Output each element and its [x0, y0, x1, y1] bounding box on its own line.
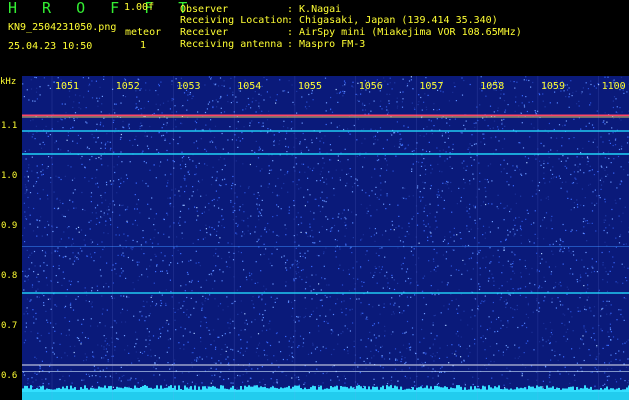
meteor-count-label: meteor: [125, 27, 162, 38]
time-tick-label: 1055: [298, 81, 322, 92]
app-version: 1.00f: [124, 2, 155, 13]
frequency-tick-label: 1.1: [1, 121, 17, 131]
frequency-tick-label: 0.9: [1, 221, 17, 231]
image-filename: KN9_2504231050.png: [8, 22, 117, 33]
frequency-tick-label: 0.8: [1, 271, 17, 281]
time-tick-label: 1056: [359, 81, 383, 92]
time-tick-label: 1054: [237, 81, 261, 92]
app-brand: H R O F F T: [8, 0, 196, 17]
info-value-antenna: : Maspro FM-3: [287, 39, 366, 50]
header-panel: H R O F F T 1.00f KN9_2504231050.png met…: [0, 0, 629, 73]
info-value-location: : Chigasaki, Japan (139.414 35.340): [287, 15, 498, 26]
time-tick-label: 1057: [419, 81, 443, 92]
info-value-receiver: : AirSpy mini (Miakejima VOR 108.65MHz): [287, 27, 522, 38]
info-key-observer: Observer: [180, 4, 229, 15]
time-tick-label: 1053: [177, 81, 201, 92]
meteor-count-value: 1: [140, 40, 147, 51]
time-tick-label: 1058: [480, 81, 504, 92]
spectrogram-panel: 1051 1052 1053 1054 1055 1056 1057 1058 1059 1100: [22, 76, 629, 400]
info-key-receiver: Receiver: [180, 27, 229, 38]
observation-datetime: 25.04.23 10:50: [8, 41, 93, 52]
time-tick-label: 1051: [55, 81, 79, 92]
time-tick-label: 1052: [116, 81, 140, 92]
info-key-antenna: Receiving antenna: [180, 39, 283, 50]
info-value-observer: : K.Nagai: [287, 4, 342, 15]
time-tick-label: 1059: [541, 81, 565, 92]
frequency-tick-label: 1.0: [1, 171, 17, 181]
time-tick-label: 1100: [602, 81, 626, 92]
frequency-tick-label: 0.7: [1, 321, 17, 331]
frequency-tick-label: 0.6: [1, 371, 17, 381]
frequency-unit-label: kHz: [0, 77, 16, 87]
info-key-location: Receiving Location: [180, 15, 289, 26]
frequency-axis: kHz 1.1 1.0 0.9 0.8 0.7 0.6: [0, 77, 17, 381]
